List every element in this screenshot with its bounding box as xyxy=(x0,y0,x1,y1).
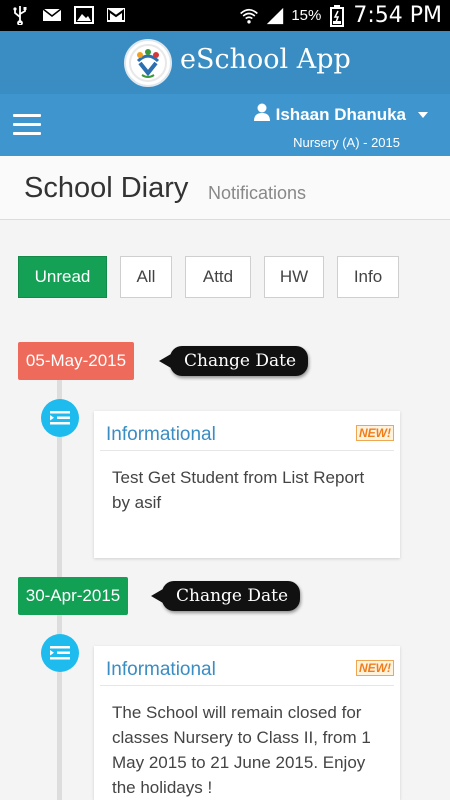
list-icon xyxy=(41,399,79,437)
page-header: School Diary Notifications xyxy=(0,156,450,220)
user-class-info: Nursery (A) - 2015 xyxy=(293,135,400,150)
notification-message: Test Get Student from List Report by asi… xyxy=(112,468,365,512)
app-header: eSchool App xyxy=(0,31,450,94)
clock: 7:54 PM xyxy=(353,3,442,28)
notification-type: Informational xyxy=(106,424,216,445)
list-icon xyxy=(41,634,79,672)
filter-tabs: Unread All Attd HW Info xyxy=(18,256,399,298)
app-title: eSchool App xyxy=(180,44,351,75)
filter-attd-button[interactable]: Attd xyxy=(185,256,251,298)
new-badge: NEW! xyxy=(356,425,394,441)
status-bar: 15% 7:54 PM xyxy=(0,0,450,31)
notification-card[interactable]: Informational NEW! The School will remai… xyxy=(94,646,400,800)
battery-percent: 15% xyxy=(291,7,322,24)
page-subtitle: Notifications xyxy=(208,183,307,203)
menu-icon[interactable] xyxy=(13,114,41,136)
battery-icon xyxy=(327,4,347,27)
user-icon xyxy=(253,103,270,126)
usb-icon xyxy=(10,5,30,25)
date-badge: 30-Apr-2015 xyxy=(18,577,128,615)
change-date-button[interactable]: Change Date xyxy=(158,346,309,376)
user-name: Ishaan Dhanuka xyxy=(275,104,406,124)
notification-card[interactable]: Informational NEW! Test Get Student from… xyxy=(94,411,400,558)
notification-type: Informational xyxy=(106,659,216,680)
filter-all-button[interactable]: All xyxy=(120,256,172,298)
page-title: School Diary xyxy=(24,172,189,204)
filter-unread-button[interactable]: Unread xyxy=(18,256,107,298)
mail-icon xyxy=(42,5,62,25)
signal-icon xyxy=(265,6,285,26)
chevron-down-icon xyxy=(418,111,428,118)
new-badge: NEW! xyxy=(356,660,394,676)
notification-message: The School will remain closed for classe… xyxy=(112,703,371,797)
date-badge: 05-May-2015 xyxy=(18,342,134,380)
app-logo xyxy=(124,39,172,87)
image-icon xyxy=(74,5,94,25)
wifi-icon xyxy=(239,6,259,26)
filter-info-button[interactable]: Info xyxy=(337,256,399,298)
user-menu[interactable]: Ishaan Dhanuka Nursery (A) - 2015 xyxy=(253,103,428,150)
gmail-icon xyxy=(106,5,126,25)
nav-bar: Ishaan Dhanuka Nursery (A) - 2015 xyxy=(0,94,450,156)
change-date-button[interactable]: Change Date xyxy=(150,581,301,611)
filter-hw-button[interactable]: HW xyxy=(264,256,324,298)
